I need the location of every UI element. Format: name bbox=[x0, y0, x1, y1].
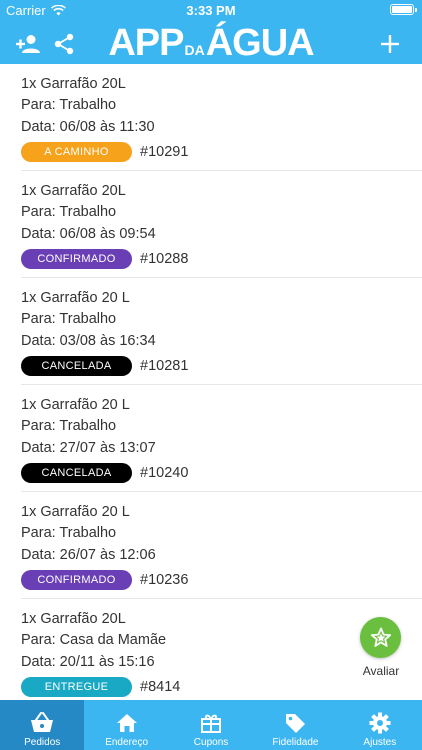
star-icon bbox=[370, 627, 391, 647]
order-id: #10288 bbox=[140, 251, 189, 267]
order-destination: Para: Casa da Mamãe bbox=[21, 632, 167, 648]
basket-icon bbox=[30, 709, 54, 737]
tag-icon bbox=[284, 709, 306, 737]
order-date: Data: 27/07 às 13:07 bbox=[21, 440, 156, 456]
tab-label: Cupons bbox=[193, 737, 229, 748]
order-item: 1x Garrafão 20 L bbox=[21, 504, 130, 520]
status-bar: Carrier 3:33 PM bbox=[0, 0, 422, 20]
order-id: #10240 bbox=[140, 465, 189, 481]
order-destination: Para: Trabalho bbox=[21, 97, 117, 113]
order-row[interactable]: 1x Garrafão 20L Para: Trabalho Data: 06/… bbox=[0, 64, 422, 171]
order-item: 1x Garrafão 20L bbox=[21, 76, 126, 92]
app-header: Carrier 3:33 PM APPDAÁGUA bbox=[0, 0, 422, 64]
order-row[interactable]: 1x Garrafão 20 L Para: Trabalho Data: 26… bbox=[0, 492, 422, 599]
tab-label: Pedidos bbox=[24, 737, 61, 748]
status-badge: A CAMINHO bbox=[21, 142, 132, 162]
plus-icon[interactable] bbox=[376, 30, 404, 58]
tab-fidelidade[interactable]: Fidelidade bbox=[253, 700, 337, 750]
order-row[interactable]: 1x Garrafão 20L Para: Trabalho Data: 06/… bbox=[0, 171, 422, 278]
tab-bar: Pedidos Endereço Cupons Fidelidade Ajust… bbox=[0, 700, 422, 750]
logo-agua: ÁGUA bbox=[205, 22, 315, 64]
home-icon bbox=[116, 709, 138, 737]
order-destination: Para: Trabalho bbox=[21, 418, 117, 434]
status-badge: CONFIRMADO bbox=[21, 249, 132, 269]
order-date: Data: 20/11 às 15:16 bbox=[21, 654, 155, 670]
order-date: Data: 06/08 às 11:30 bbox=[21, 119, 155, 135]
tab-cupons[interactable]: Cupons bbox=[169, 700, 253, 750]
logo-da: DA bbox=[184, 42, 205, 58]
rate-label[interactable]: Avaliar bbox=[340, 664, 422, 678]
status-badge: CANCELADA bbox=[21, 463, 132, 483]
gift-icon bbox=[200, 709, 222, 737]
battery-icon bbox=[390, 4, 417, 15]
logo-app: APP bbox=[108, 22, 184, 64]
order-destination: Para: Trabalho bbox=[21, 204, 117, 220]
rate-button[interactable] bbox=[360, 617, 401, 658]
order-id: #8414 bbox=[140, 679, 181, 695]
order-destination: Para: Trabalho bbox=[21, 525, 117, 541]
tab-label: Endereço bbox=[105, 737, 149, 748]
tab-label: Fidelidade bbox=[272, 737, 319, 748]
order-date: Data: 06/08 às 09:54 bbox=[21, 226, 156, 242]
tab-endereco[interactable]: Endereço bbox=[84, 700, 168, 750]
order-id: #10236 bbox=[140, 572, 189, 588]
order-item: 1x Garrafão 20 L bbox=[21, 290, 130, 306]
order-id: #10291 bbox=[140, 144, 189, 160]
order-destination: Para: Trabalho bbox=[21, 311, 117, 327]
order-row[interactable]: 1x Garrafão 20 L Para: Trabalho Data: 27… bbox=[0, 385, 422, 492]
order-id: #10281 bbox=[140, 358, 189, 374]
tab-ajustes[interactable]: Ajustes bbox=[338, 700, 422, 750]
order-item: 1x Garrafão 20L bbox=[21, 183, 126, 199]
tab-pedidos[interactable]: Pedidos bbox=[0, 700, 85, 750]
order-row[interactable]: 1x Garrafão 20 L Para: Trabalho Data: 03… bbox=[0, 278, 422, 385]
status-time: 3:33 PM bbox=[186, 3, 236, 18]
status-badge: CONFIRMADO bbox=[21, 570, 132, 590]
order-item: 1x Garrafão 20L bbox=[21, 611, 126, 627]
gear-icon bbox=[369, 709, 391, 737]
order-row[interactable]: 1x Garrafão 20L Para: Casa da Mamãe Data… bbox=[0, 599, 422, 700]
app-logo: APPDAÁGUA bbox=[0, 22, 422, 65]
orders-list[interactable]: 1x Garrafão 20L Para: Trabalho Data: 06/… bbox=[0, 64, 422, 700]
status-badge: ENTREGUE bbox=[21, 677, 132, 697]
tab-label: Ajustes bbox=[363, 737, 397, 748]
order-date: Data: 26/07 às 12:06 bbox=[21, 547, 156, 563]
status-badge: CANCELADA bbox=[21, 356, 132, 376]
order-item: 1x Garrafão 20 L bbox=[21, 397, 130, 413]
order-date: Data: 03/08 às 16:34 bbox=[21, 333, 156, 349]
